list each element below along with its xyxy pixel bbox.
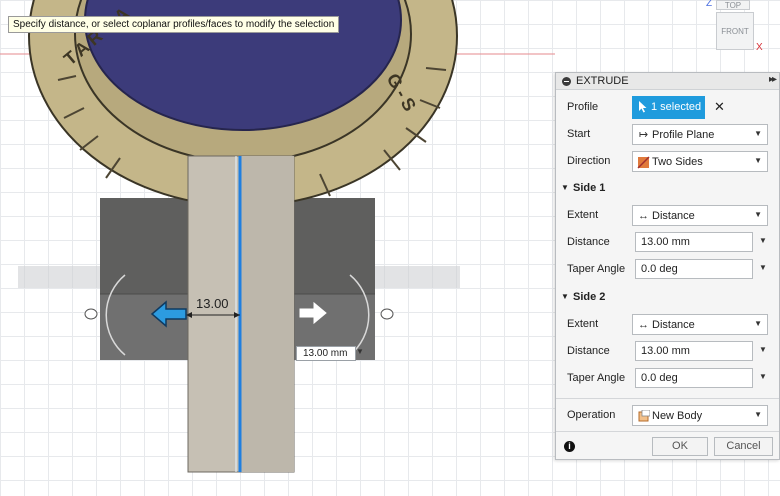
distance-icon: ↔ (638, 319, 649, 331)
ground-shadow-left (18, 266, 100, 288)
operation-row: Operation New Body ▼ (556, 404, 779, 426)
operation-select[interactable]: New Body ▼ (632, 405, 768, 426)
side2-taper-row: Taper Angle 0.0 deg ▼ (556, 367, 779, 389)
side1-taper-label: Taper Angle (567, 263, 626, 275)
start-row: Start ↦ Profile Plane ▼ (556, 123, 779, 145)
operation-label: Operation (567, 409, 616, 421)
cancel-button[interactable]: Cancel (714, 437, 773, 456)
side2-distance-label: Distance (567, 345, 610, 357)
side2-taper-input[interactable]: 0.0 deg (635, 368, 753, 388)
side1-taper-row: Taper Angle 0.0 deg ▼ (556, 258, 779, 280)
chevron-down-icon: ▼ (754, 129, 762, 138)
panel-divider (556, 398, 779, 399)
handle-left (84, 308, 98, 320)
collapse-caret-icon: ▼ (561, 292, 569, 301)
profile-selection-button[interactable]: 1 selected (632, 96, 705, 119)
side2-section-header[interactable]: ▼ Side 2 (556, 289, 779, 307)
side2-distance-row: Distance 13.00 mm ▼ (556, 340, 779, 362)
side1-taper-input[interactable]: 0.0 deg (635, 259, 753, 279)
tooltip: Specify distance, or select coplanar pro… (8, 16, 340, 33)
two-sides-icon (637, 156, 650, 169)
profile-label: Profile (567, 101, 599, 113)
direction-select[interactable]: Two Sides ▼ (632, 151, 768, 172)
chevron-down-icon: ▼ (754, 210, 762, 219)
direction-row: Direction Two Sides ▼ (556, 150, 779, 172)
distance-icon: ↔ (638, 210, 649, 222)
view-cube[interactable]: TOP FRONT Z X (706, 0, 766, 53)
clear-selection-button[interactable]: ✕ (714, 99, 725, 115)
side2-extent-label: Extent (567, 318, 599, 330)
panel-title: EXTRUDE (576, 75, 629, 87)
side2-distance-value: 13.00 mm (641, 345, 690, 357)
ok-button[interactable]: OK (652, 437, 708, 456)
axis-z-label: Z (706, 0, 713, 9)
dimension-label: 13.00 (196, 296, 229, 311)
start-value: Profile Plane (652, 129, 715, 141)
side2-extent-value: Distance (652, 319, 695, 331)
side1-distance-dropdown-icon[interactable]: ▼ (759, 236, 767, 245)
start-select[interactable]: ↦ Profile Plane ▼ (632, 124, 768, 145)
side1-section-header[interactable]: ▼ Side 1 (556, 180, 779, 198)
start-label: Start (567, 128, 591, 140)
expand-icon[interactable]: ▸▸ (769, 74, 777, 85)
collapse-icon[interactable] (562, 77, 571, 86)
side2-extent-row: Extent ↔ Distance ▼ (556, 313, 779, 335)
profile-selected-text: 1 selected (651, 101, 702, 113)
chevron-down-icon: ▼ (754, 319, 762, 328)
side1-distance-input[interactable]: 13.00 mm (635, 232, 753, 252)
collapse-caret-icon: ▼ (561, 183, 569, 192)
direction-value: Two Sides (652, 156, 703, 168)
side1-title: Side 1 (573, 182, 606, 194)
cursor-arrow-icon (639, 101, 647, 113)
side1-taper-value: 0.0 deg (641, 263, 678, 275)
panel-header[interactable]: EXTRUDE ▸▸ (556, 73, 779, 90)
side1-distance-label: Distance (567, 236, 610, 248)
side2-taper-value: 0.0 deg (641, 372, 678, 384)
extrude-bar-right (240, 156, 294, 472)
side2-title: Side 2 (573, 291, 606, 303)
side2-taper-dropdown-icon[interactable]: ▼ (759, 372, 767, 381)
side2-taper-label: Taper Angle (567, 372, 626, 384)
view-cube-front[interactable]: FRONT (716, 12, 754, 50)
side1-distance-value: 13.00 mm (641, 236, 690, 248)
ground-shadow-right (372, 266, 460, 288)
axis-x-label: X (756, 42, 763, 53)
new-body-icon (638, 410, 650, 422)
direction-label: Direction (567, 155, 611, 167)
profile-plane-icon: ↦ (638, 129, 649, 141)
side1-extent-label: Extent (567, 209, 599, 221)
length-dropdown-icon[interactable]: ▼ (356, 347, 364, 356)
side1-distance-row: Distance 13.00 mm ▼ (556, 231, 779, 253)
side2-distance-input[interactable]: 13.00 mm (635, 341, 753, 361)
view-cube-top[interactable]: TOP (716, 0, 750, 10)
operation-value: New Body (652, 410, 703, 422)
side2-extent-select[interactable]: ↔ Distance ▼ (632, 314, 768, 335)
info-icon[interactable]: i (564, 441, 575, 452)
side1-extent-row: Extent ↔ Distance ▼ (556, 204, 779, 226)
extrude-panel: EXTRUDE ▸▸ Profile 1 selected ✕ Start ↦ … (555, 72, 780, 460)
side1-extent-select[interactable]: ↔ Distance ▼ (632, 205, 768, 226)
length-input[interactable]: 13.00 mm (296, 346, 356, 361)
chevron-down-icon: ▼ (754, 410, 762, 419)
side1-extent-value: Distance (652, 210, 695, 222)
profile-row: Profile 1 selected ✕ (556, 96, 779, 119)
side2-distance-dropdown-icon[interactable]: ▼ (759, 345, 767, 354)
handle-right (380, 308, 394, 320)
panel-divider (556, 431, 779, 432)
chevron-down-icon: ▼ (754, 156, 762, 165)
side1-taper-dropdown-icon[interactable]: ▼ (759, 263, 767, 272)
